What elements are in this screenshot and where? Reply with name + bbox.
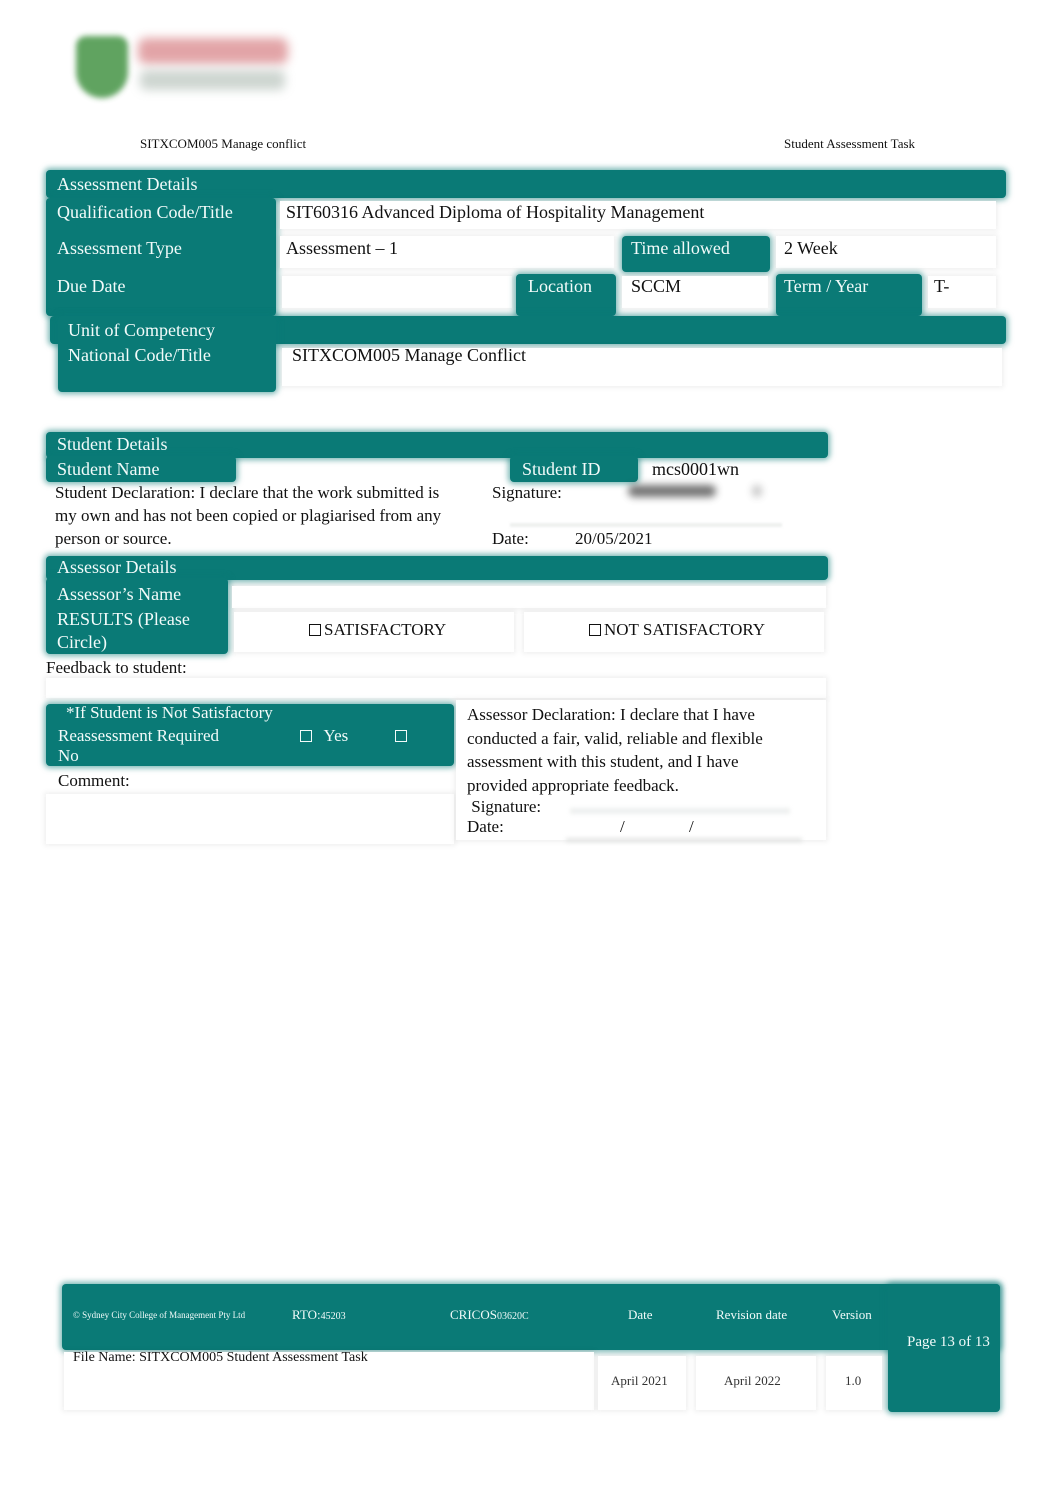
footer-cricos-label: CRICOS xyxy=(450,1307,497,1322)
footer-date-value: April 2021 xyxy=(611,1373,668,1388)
satisfactory-checkbox[interactable] xyxy=(309,624,321,636)
reassessment-no-checkbox[interactable] xyxy=(395,730,407,742)
term-label: Term / Year xyxy=(784,276,869,296)
footer-date-header: Date xyxy=(628,1307,653,1322)
qualification-label: Qualification Code/Title xyxy=(57,202,233,222)
satisfactory-option[interactable]: SATISFACTORY xyxy=(309,620,446,640)
student-signature-label: Signature: xyxy=(492,483,562,502)
unit-value: SITXCOM005 Manage Conflict xyxy=(292,345,526,365)
footer-page-number: Page 13 of 13 xyxy=(907,1334,990,1350)
time-allowed-label: Time allowed xyxy=(631,238,730,258)
feedback-label: Feedback to student: xyxy=(46,658,187,677)
reassessment-yes-option[interactable]: Yes xyxy=(300,726,348,746)
footer-version-header: Version xyxy=(832,1307,872,1322)
student-details-heading: Student Details xyxy=(57,434,168,454)
reassessment-label: Reassessment Required xyxy=(58,726,219,745)
logo-tagline xyxy=(140,70,285,90)
time-allowed-value: 2 Week xyxy=(784,238,838,258)
assessment-details-heading: Assessment Details xyxy=(57,174,198,194)
assessment-type-label: Assessment Type xyxy=(57,238,182,258)
comment-field[interactable] xyxy=(46,794,454,844)
location-value: SCCM xyxy=(631,276,682,296)
reassessment-yes-label: Yes xyxy=(323,726,349,745)
student-date-label: Date: xyxy=(492,529,529,548)
footer-cricos-value: 03620C xyxy=(496,1311,529,1322)
footer-rto-label: RTO: xyxy=(292,1307,321,1322)
comment-label: Comment: xyxy=(58,771,130,790)
student-id-label: Student ID xyxy=(522,459,601,479)
due-date-cell xyxy=(282,276,512,308)
feedback-field[interactable] xyxy=(46,678,826,698)
header-unit-title: SITXCOM005 Manage conflict xyxy=(140,136,307,151)
student-signature-line xyxy=(510,523,782,527)
footer-revision-header: Revision date xyxy=(716,1307,788,1322)
logo-wordmark xyxy=(138,38,288,64)
qualification-value: SIT60316 Advanced Diploma of Hospitality… xyxy=(286,202,705,222)
reassessment-no-label: No xyxy=(58,746,79,765)
student-signature-mark xyxy=(752,485,762,497)
assessor-signature-line[interactable] xyxy=(570,808,790,814)
reassessment-condition: *If Student is Not Satisfactory xyxy=(66,703,273,722)
footer-revision-value: April 2022 xyxy=(724,1373,781,1388)
reassessment-yes-checkbox[interactable] xyxy=(300,730,312,742)
assessor-details-heading: Assessor Details xyxy=(57,557,177,577)
assessor-date-label: Date: xyxy=(467,817,504,836)
reassessment-no-checkbox-wrap[interactable] xyxy=(395,726,410,746)
assessor-date-separator-2: / xyxy=(689,817,694,836)
assessor-declaration-text: Assessor Declaration: I declare that I h… xyxy=(467,705,763,795)
header-document-type: Student Assessment Task xyxy=(784,136,916,151)
student-id-value: mcs0001wn xyxy=(652,459,739,479)
assessment-type-value: Assessment – 1 xyxy=(286,238,398,258)
student-date-value: 20/05/2021 xyxy=(575,529,653,548)
footer-rto-value: 45203 xyxy=(320,1311,346,1322)
unit-label-line2: National Code/Title xyxy=(68,345,211,365)
unit-label-line1: Unit of Competency xyxy=(68,320,215,340)
footer-file-name: File Name: SITXCOM005 Student Assessment… xyxy=(73,1350,368,1365)
footer-copyright: © Sydney City College of Management Pty … xyxy=(73,1310,246,1320)
assessor-name-label: Assessor’s Name xyxy=(57,584,182,604)
assessor-date-separator-1: / xyxy=(620,817,625,836)
results-label: RESULTS (Please Circle) xyxy=(57,609,190,652)
logo-shield-icon xyxy=(76,36,128,98)
footer-rto: RTO:45203 xyxy=(292,1307,346,1323)
assessor-signature-label: Signature: xyxy=(467,797,542,816)
student-declaration: Student Declaration: I declare that the … xyxy=(55,483,442,548)
term-value: T- xyxy=(934,276,950,296)
assessor-name-cell xyxy=(232,586,826,608)
not-satisfactory-label: NOT SATISFACTORY xyxy=(604,620,766,639)
not-satisfactory-checkbox[interactable] xyxy=(589,624,601,636)
location-label: Location xyxy=(528,276,592,296)
footer-cricos: CRICOS03620C xyxy=(450,1307,529,1323)
satisfactory-label: SATISFACTORY xyxy=(324,620,447,639)
student-signature-image xyxy=(628,485,716,497)
not-satisfactory-option[interactable]: NOT SATISFACTORY xyxy=(589,620,765,640)
assessor-date-line[interactable] xyxy=(566,838,802,842)
due-date-label: Due Date xyxy=(57,276,126,296)
footer-version-value: 1.0 xyxy=(845,1373,862,1388)
student-name-label: Student Name xyxy=(57,459,160,479)
